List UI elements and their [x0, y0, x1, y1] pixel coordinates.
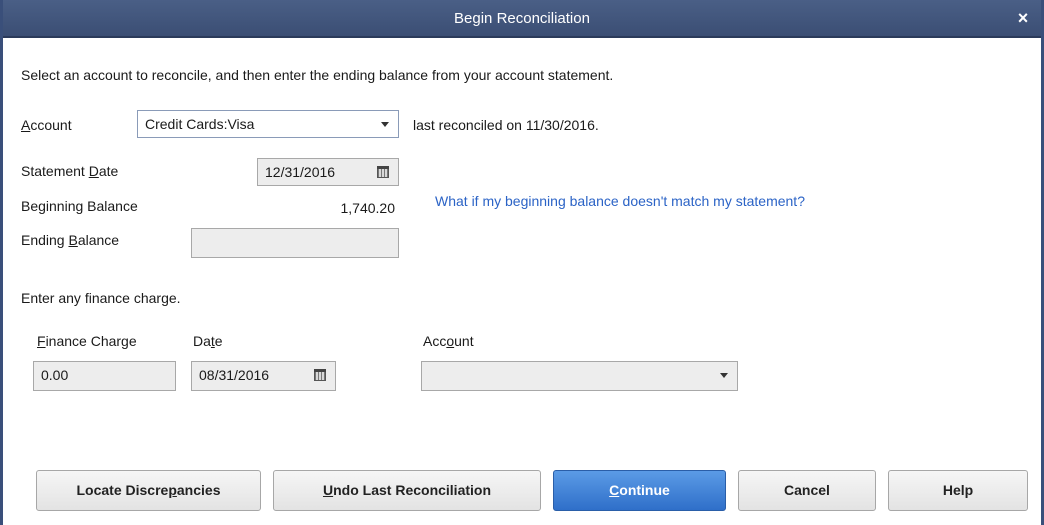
help-button[interactable]: Help	[888, 470, 1028, 511]
chevron-down-icon	[381, 122, 389, 127]
statement-date-label: Statement Date	[21, 163, 119, 179]
ending-balance-field[interactable]	[191, 228, 399, 258]
last-reconciled-text: last reconciled on 11/30/2016.	[413, 117, 599, 133]
account-label: Account	[21, 117, 72, 133]
finance-date-label: Date	[193, 333, 223, 349]
locate-discrepancies-button[interactable]: Locate Discrepancies	[36, 470, 261, 511]
dialog-title: Begin Reconciliation	[454, 10, 590, 27]
beginning-balance-value: 1,740.20	[340, 200, 396, 216]
finance-date-field[interactable]: 08/31/2016	[191, 361, 336, 391]
begin-reconciliation-dialog: Begin Reconciliation × Select an account…	[0, 0, 1044, 525]
close-icon[interactable]: ×	[1013, 8, 1033, 28]
undo-last-reconciliation-button[interactable]: Undo Last Reconciliation	[273, 470, 541, 511]
ending-balance-label: Ending Balance	[21, 232, 120, 248]
cancel-button[interactable]: Cancel	[738, 470, 876, 511]
finance-charge-label: Finance Charge	[37, 333, 137, 349]
calendar-icon[interactable]	[314, 369, 326, 381]
beginning-balance-help-link[interactable]: What if my beginning balance doesn't mat…	[435, 193, 805, 209]
finance-account-dropdown[interactable]	[421, 361, 738, 391]
finance-account-label: Account	[423, 333, 474, 349]
title-bar: Begin Reconciliation ×	[3, 0, 1041, 38]
finance-charge-field[interactable]: 0.00	[33, 361, 176, 391]
statement-date-field[interactable]: 12/31/2016	[257, 158, 399, 186]
beginning-balance-label: Beginning Balance	[21, 198, 138, 214]
finance-charge-heading: Enter any finance charge.	[21, 290, 181, 306]
chevron-down-icon	[720, 373, 728, 378]
calendar-icon[interactable]	[377, 166, 389, 178]
account-dropdown-value: Credit Cards:Visa	[145, 116, 255, 132]
account-dropdown[interactable]: Credit Cards:Visa	[137, 110, 399, 138]
intro-text: Select an account to reconcile, and then…	[21, 67, 614, 83]
continue-button[interactable]: Continue	[553, 470, 726, 511]
